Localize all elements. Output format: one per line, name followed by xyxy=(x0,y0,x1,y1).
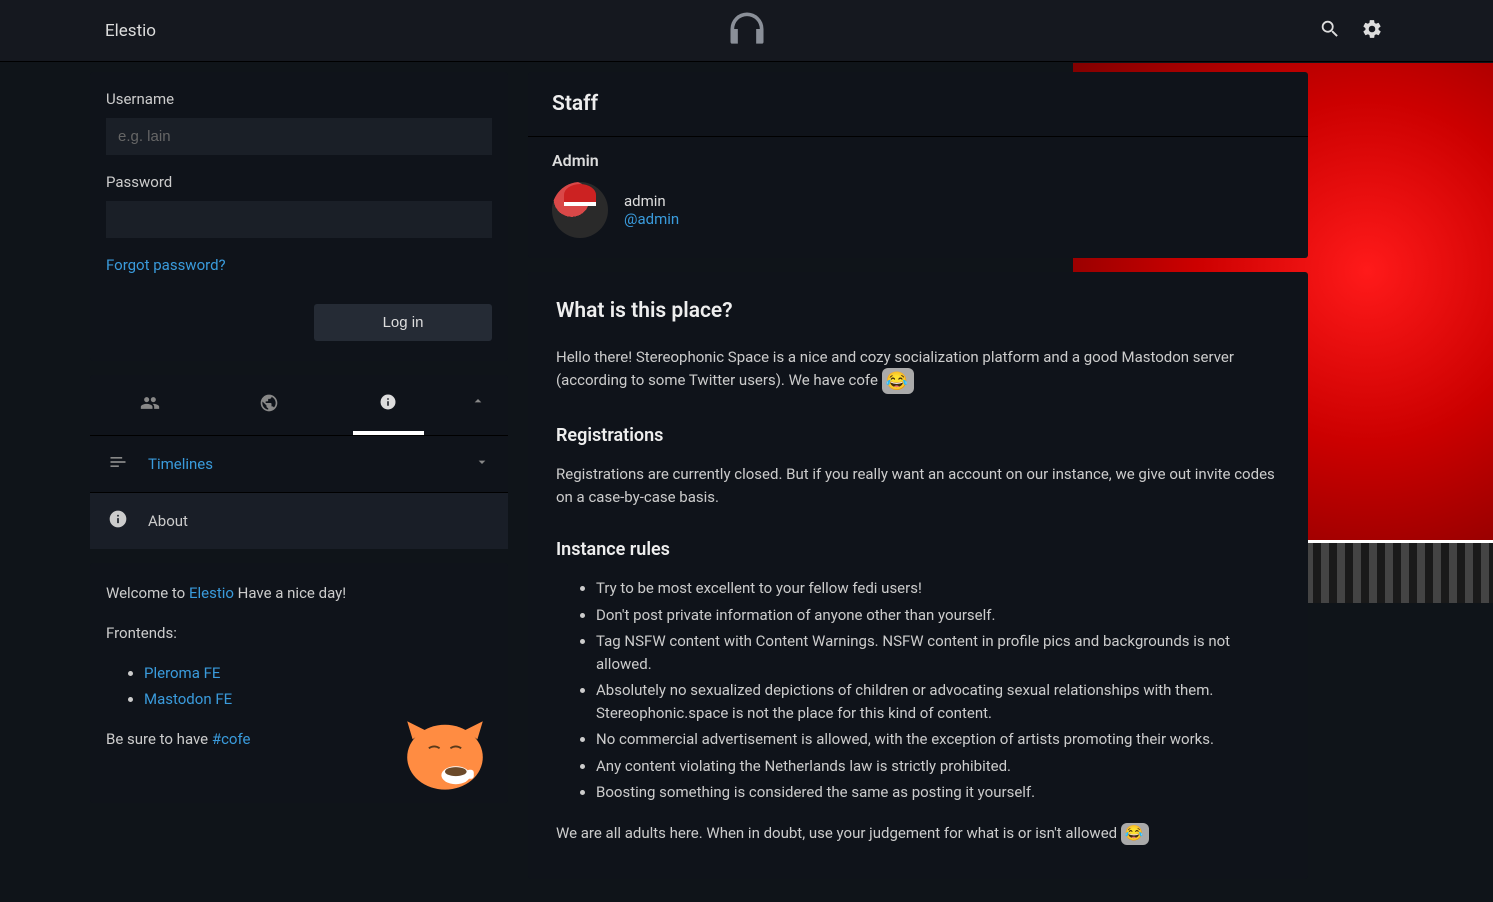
headphones-icon[interactable] xyxy=(722,7,772,55)
rule-item: Tag NSFW content with Content Warnings. … xyxy=(596,630,1280,675)
welcome-panel: Welcome to Elestio Have a nice day! Fron… xyxy=(90,563,508,803)
rules-heading: Instance rules xyxy=(556,536,1280,563)
tab-collapse[interactable] xyxy=(448,375,508,435)
frontend-link-pleroma[interactable]: Pleroma FE xyxy=(144,664,220,682)
password-input[interactable] xyxy=(106,201,492,238)
staff-handle[interactable]: @admin xyxy=(624,210,679,228)
staff-panel: Staff Admin admin @admin xyxy=(528,72,1308,258)
welcome-intro: Welcome to Elestio Have a nice day! xyxy=(106,581,492,605)
tab-info[interactable] xyxy=(329,375,448,435)
about-intro: Hello there! Stereophonic Space is a nic… xyxy=(556,346,1280,395)
rule-item: Absolutely no sexualized depictions of c… xyxy=(596,679,1280,724)
rule-item: Try to be most excellent to your fellow … xyxy=(596,577,1280,600)
staff-name: admin xyxy=(624,192,679,210)
rule-item: Boosting something is considered the sam… xyxy=(596,781,1280,804)
rule-item: Any content violating the Netherlands la… xyxy=(596,755,1280,778)
brand-title[interactable]: Elestio xyxy=(105,21,156,41)
login-button[interactable]: Log in xyxy=(314,304,492,341)
rule-item: Don't post private information of anyone… xyxy=(596,604,1280,627)
nav-item-about[interactable]: About xyxy=(90,493,508,549)
registrations-heading: Registrations xyxy=(556,422,1280,449)
cofe-hashtag-link[interactable]: #cofe xyxy=(212,730,251,748)
chevron-down-icon xyxy=(474,454,490,474)
users-icon xyxy=(140,399,160,417)
frontend-link-mastodon[interactable]: Mastodon FE xyxy=(144,690,232,708)
chevron-up-icon xyxy=(470,395,486,413)
staff-header: Staff xyxy=(528,72,1308,137)
list-icon xyxy=(108,452,128,476)
staff-row[interactable]: admin @admin xyxy=(528,176,1308,258)
password-label: Password xyxy=(106,173,492,191)
nav-panel: Timelines About xyxy=(90,375,508,549)
username-input[interactable] xyxy=(106,118,492,155)
rule-item: No commercial advertisement is allowed, … xyxy=(596,728,1280,751)
forgot-password-link[interactable]: Forgot password? xyxy=(106,256,226,274)
about-heading: What is this place? xyxy=(556,296,1280,328)
emoji-icon xyxy=(1121,823,1149,845)
about-closing: We are all adults here. When in doubt, u… xyxy=(556,822,1280,845)
avatar xyxy=(552,182,608,238)
gear-icon[interactable] xyxy=(1361,18,1383,44)
tab-users[interactable] xyxy=(90,375,209,435)
mascot-icon xyxy=(400,705,490,795)
staff-section-label: Admin xyxy=(528,137,1308,176)
login-panel: Username Password Forgot password? Log i… xyxy=(90,72,508,361)
tab-globe[interactable] xyxy=(209,375,328,435)
frontends-label: Frontends: xyxy=(106,621,492,645)
topbar: Elestio xyxy=(0,0,1493,62)
frontends-list: Pleroma FE Mastodon FE xyxy=(144,661,492,711)
info-icon xyxy=(379,397,397,415)
cofe-emoji-icon xyxy=(882,368,914,394)
timelines-label: Timelines xyxy=(148,455,213,473)
about-label: About xyxy=(148,512,188,530)
rules-list: Try to be most excellent to your fellow … xyxy=(596,577,1280,804)
globe-icon xyxy=(259,399,279,417)
search-icon[interactable] xyxy=(1319,18,1341,44)
welcome-brand-link[interactable]: Elestio xyxy=(189,584,234,602)
about-panel: What is this place? Hello there! Stereop… xyxy=(528,272,1308,879)
info-icon xyxy=(108,509,128,533)
registrations-text: Registrations are currently closed. But … xyxy=(556,463,1280,508)
nav-item-timelines[interactable]: Timelines xyxy=(90,436,508,493)
username-label: Username xyxy=(106,90,492,108)
